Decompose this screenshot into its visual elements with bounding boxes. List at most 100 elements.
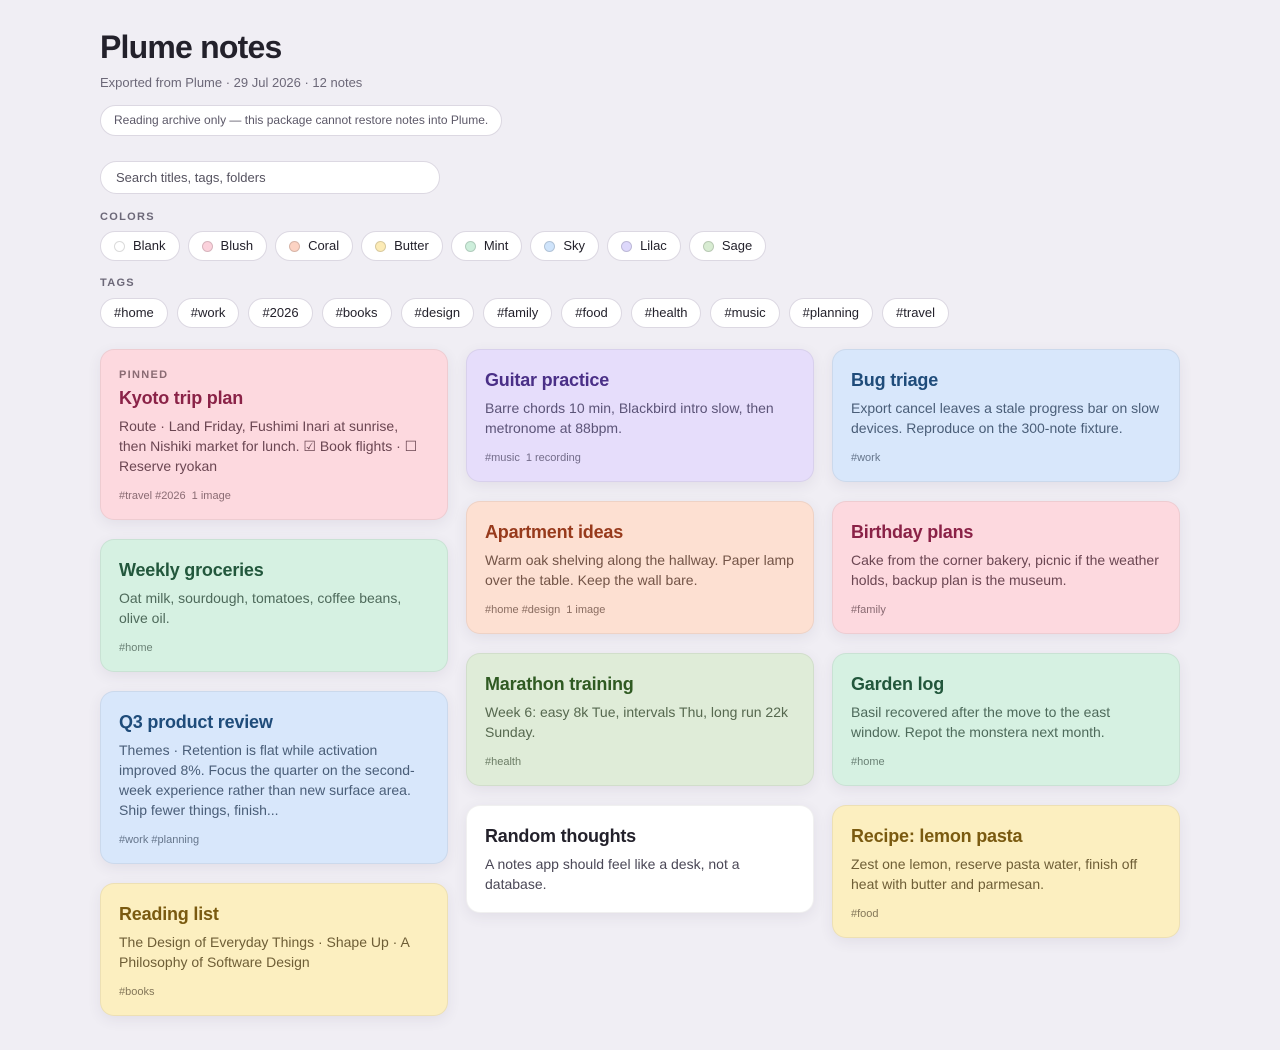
note-card[interactable]: Weekly groceries Oat milk, sourdough, tom… (100, 539, 448, 672)
note-body: The Design of Everyday Things · Shape Up… (119, 934, 410, 970)
note-title: Kyoto trip plan (119, 388, 243, 408)
pinned-label: PINNED (119, 369, 169, 381)
color-filter-lilac[interactable]: Lilac (607, 231, 681, 261)
tag-filter-food[interactable]: #food (561, 298, 622, 328)
note-tags: #food (851, 908, 879, 920)
note-card[interactable]: Reading list The Design of Everyday Thing… (100, 883, 448, 1016)
note-tags: #work #planning (119, 834, 200, 846)
color-swatch-icon (544, 240, 556, 252)
tag-filter-health[interactable]: #health (630, 298, 702, 328)
note-body: Warm oak shelving along the hallway. Pap… (485, 552, 794, 588)
note-meta: #books (119, 986, 429, 998)
note-tags: #home #design (485, 604, 561, 616)
note-attachment-count: 1 image (566, 604, 606, 616)
note-title: Garden log (851, 674, 945, 694)
color-swatch-icon (201, 240, 213, 252)
note-tags: #books (119, 986, 155, 998)
search-input[interactable] (100, 161, 440, 194)
note-body: Route · Land Friday, Fushimi Inari at su… (119, 418, 418, 474)
color-filter-label: Mint (483, 238, 509, 253)
color-filter-sky[interactable]: Sky (530, 231, 600, 261)
note-body: Cake from the corner bakery, picnic if t… (851, 552, 1159, 588)
note-meta: #health (485, 756, 795, 768)
color-filter-coral[interactable]: Coral (275, 231, 354, 261)
note-title: Apartment ideas (485, 522, 624, 542)
note-card[interactable]: Recipe: lemon pasta Zest one lemon, reser… (832, 805, 1180, 938)
color-filter-label: Coral (308, 238, 340, 253)
color-filter-mint[interactable]: Mint (450, 231, 523, 261)
note-title: Reading list (119, 904, 219, 924)
color-filter-label: Butter (394, 238, 429, 253)
note-tags: #travel #2026 (119, 490, 186, 502)
note-card[interactable]: Apartment ideas Warm oak shelving along t… (466, 501, 814, 634)
note-meta: #food (851, 908, 1161, 920)
archive-page: Plume notes Exported from Plume · 29 Jul… (100, 28, 1180, 328)
tag-filter-planning[interactable]: #planning (788, 298, 874, 328)
color-filter-butter[interactable]: Butter (361, 231, 443, 261)
tag-filter-design[interactable]: #design (400, 298, 475, 328)
note-title: Random thoughts (485, 826, 636, 846)
tag-filter-list: #home #work #2026 #books #design #family #food… (100, 298, 1180, 328)
note-meta: #work (851, 452, 1161, 464)
note-title: Weekly groceries (119, 560, 264, 580)
tag-filter-home[interactable]: #home (100, 298, 168, 328)
note-body: Basil recovered after the move to the ea… (851, 704, 1111, 740)
color-filter-list: Blank Blush Coral Butter Mint Sky Lilac Sage (100, 231, 1180, 261)
tag-filter-family[interactable]: #family (483, 298, 553, 328)
note-card[interactable]: Birthday plans Cake from the corner baker… (832, 501, 1180, 634)
note-body: Week 6: easy 8k Tue, intervals Thu, long… (485, 704, 788, 740)
note-body: Themes · Retention is flat while activat… (119, 742, 415, 818)
note-card[interactable]: PINNED Kyoto trip plan Route · Land Friday… (100, 349, 448, 520)
note-body: Export cancel leaves a stale progress ba… (851, 400, 1160, 436)
note-card[interactable]: Bug triage Export cancel leaves a stale p… (832, 349, 1180, 482)
note-tags: #music (485, 452, 520, 464)
tag-filter-music[interactable]: #music (710, 298, 780, 328)
color-filter-blank[interactable]: Blank (100, 231, 180, 261)
tag-filter-work[interactable]: #work (176, 298, 240, 328)
note-meta: #family (851, 604, 1161, 616)
note-tags: #health (485, 756, 522, 768)
note-card[interactable]: Guitar practice Barre chords 10 min, Blac… (466, 349, 814, 482)
note-attachment-count: 1 recording (525, 452, 581, 464)
note-body: Barre chords 10 min, Blackbird intro slo… (485, 400, 774, 436)
note-card[interactable]: Marathon training Week 6: easy 8k Tue, in… (466, 653, 814, 786)
color-swatch-icon (114, 240, 125, 252)
tag-filter-books[interactable]: #books (321, 298, 392, 328)
color-filter-label: Lilac (640, 238, 667, 253)
note-body: Oat milk, sourdough, tomatoes, coffee be… (119, 590, 402, 626)
note-title: Marathon training (485, 674, 634, 694)
color-swatch-icon (375, 240, 387, 252)
color-filter-sage[interactable]: Sage (688, 231, 767, 261)
color-swatch-icon (702, 240, 714, 252)
note-title: Birthday plans (851, 522, 974, 542)
color-filter-label: Blank (133, 238, 166, 253)
tag-filter-2026[interactable]: #2026 (248, 298, 313, 328)
note-card[interactable]: Garden log Basil recovered after the move… (832, 653, 1180, 786)
colors-label: COLORS (100, 211, 155, 223)
note-card[interactable]: Random thoughts A notes app should feel l… (466, 805, 814, 913)
note-meta: #home (119, 642, 429, 654)
note-title: Q3 product review (119, 712, 273, 732)
note-tags: #home (119, 642, 153, 654)
export-subtitle: Exported from Plume · 29 Jul 2026 · 12 n… (100, 75, 363, 90)
color-filter-blush[interactable]: Blush (187, 231, 268, 261)
note-meta: #work #planning (119, 834, 429, 846)
note-meta: #music 1 recording (485, 452, 795, 464)
note-meta: #home (851, 756, 1161, 768)
color-filter-label: Sky (563, 238, 586, 253)
note-tags: #work (851, 452, 881, 464)
note-tags: #family (851, 604, 886, 616)
color-swatch-icon (289, 240, 301, 252)
note-meta: #travel #2026 1 image (119, 490, 429, 502)
note-body: A notes app should feel like a desk, not… (485, 856, 740, 892)
note-tags: #home (851, 756, 885, 768)
note-meta: #home #design 1 image (485, 604, 795, 616)
color-filter-label: Sage (721, 238, 753, 253)
color-swatch-icon (621, 240, 633, 252)
color-filter-label: Blush (220, 238, 254, 253)
note-title: Recipe: lemon pasta (851, 826, 1023, 846)
tags-label: TAGS (100, 277, 135, 289)
note-card[interactable]: Q3 product review Themes · Retention is f… (100, 691, 448, 864)
note-attachment-count: 1 image (191, 490, 231, 502)
tag-filter-travel[interactable]: #travel (882, 298, 950, 328)
